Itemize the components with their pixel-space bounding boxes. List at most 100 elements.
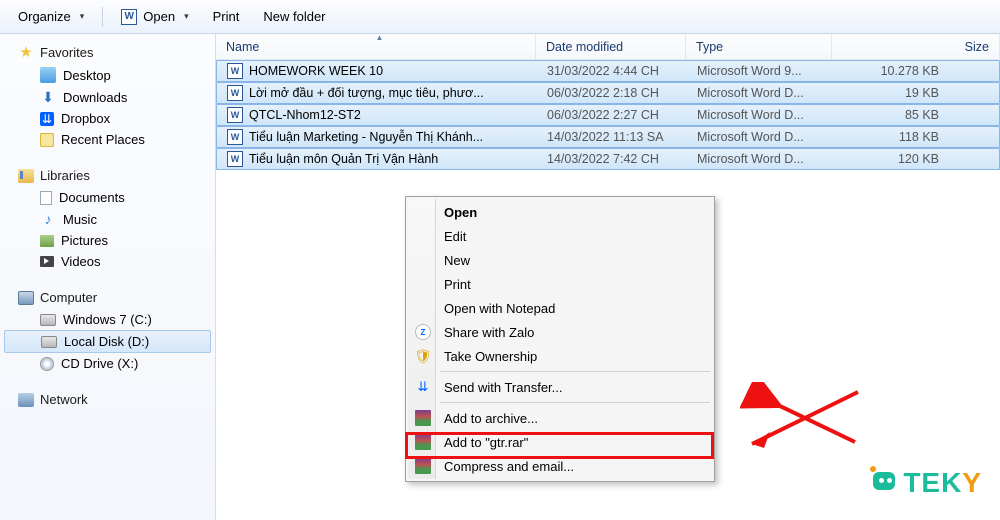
sidebar-item-label: Recent Places (61, 132, 145, 147)
cm-separator (440, 402, 710, 403)
cm-label: Add to "gtr.rar" (444, 435, 528, 450)
sidebar-item-documents[interactable]: Documents (0, 187, 215, 208)
file-name: Lời mở đầu + đối tượng, mục tiêu, phươ..… (249, 86, 484, 100)
network-label: Network (40, 392, 88, 407)
sidebar-item-cd-drive[interactable]: CD Drive (X:) (0, 353, 215, 374)
cm-label: Share with Zalo (444, 325, 534, 340)
sidebar-item-label: Pictures (61, 233, 108, 248)
sidebar-item-music[interactable]: ♪Music (0, 208, 215, 230)
file-row[interactable]: W Lời mở đầu + đối tượng, mục tiêu, phươ.… (216, 82, 1000, 104)
column-header-date[interactable]: Date modified (536, 34, 686, 59)
sidebar-item-dropbox[interactable]: ⇊Dropbox (0, 108, 215, 129)
sidebar-item-recent[interactable]: Recent Places (0, 129, 215, 150)
file-size: 10.278 KB (833, 64, 999, 78)
favorites-header[interactable]: ★ Favorites (0, 40, 215, 64)
file-type: Microsoft Word D... (687, 152, 833, 166)
file-row[interactable]: WQTCL-Nhom12-ST206/03/2022 2:27 CHMicros… (216, 104, 1000, 126)
column-label: Name (226, 40, 259, 54)
file-row[interactable]: WTiểu luận môn Quản Trị Vận Hành14/03/20… (216, 148, 1000, 170)
print-button[interactable]: Print (203, 5, 250, 28)
cm-take-ownership[interactable]: 🛡Take Ownership (408, 344, 712, 368)
cm-add-gtr[interactable]: Add to "gtr.rar" (408, 430, 712, 454)
star-icon: ★ (18, 44, 34, 60)
cm-label: Add to archive... (444, 411, 538, 426)
new-folder-button[interactable]: New folder (253, 5, 335, 28)
column-header-type[interactable]: Type (686, 34, 832, 59)
organize-button[interactable]: Organize (8, 5, 94, 28)
word-icon: W (121, 9, 137, 25)
column-label: Type (696, 40, 723, 54)
cm-edit[interactable]: Edit (408, 224, 712, 248)
column-header-size[interactable]: Size (832, 34, 1000, 59)
sidebar-item-label: CD Drive (X:) (61, 356, 138, 371)
sidebar-item-label: Downloads (63, 90, 127, 105)
sidebar-item-downloads[interactable]: ⬇Downloads (0, 86, 215, 108)
file-name: Tiểu luận môn Quản Trị Vận Hành (249, 152, 438, 166)
libraries-header[interactable]: Libraries (0, 164, 215, 187)
file-name: HOMEWORK WEEK 10 (249, 64, 383, 78)
file-name: Tiểu luận Marketing - Nguyễn Thị Khánh..… (249, 130, 483, 144)
cm-print[interactable]: Print (408, 272, 712, 296)
network-icon (18, 393, 34, 407)
videos-icon (40, 256, 54, 267)
cd-icon (40, 357, 54, 371)
zalo-icon: Z (414, 323, 432, 341)
sidebar-item-label: Windows 7 (C:) (63, 312, 152, 327)
toolbar: Organize W Open Print New folder (0, 0, 1000, 34)
logo-text: TEKY (903, 467, 982, 499)
file-size: 19 KB (833, 86, 999, 100)
sidebar-item-label: Documents (59, 190, 125, 205)
cm-send-transfer[interactable]: ⇊ Send with Transfer... (408, 375, 712, 399)
desktop-icon (40, 67, 56, 83)
cm-add-archive[interactable]: Add to archive... (408, 406, 712, 430)
file-type: Microsoft Word 9... (687, 64, 833, 78)
pictures-icon (40, 235, 54, 247)
toolbar-separator (102, 7, 103, 27)
cm-label: Edit (444, 229, 466, 244)
cm-label: New (444, 253, 470, 268)
sidebar-item-label: Music (63, 212, 97, 227)
word-file-icon: W (227, 129, 243, 145)
column-header-name[interactable]: ▲Name (216, 34, 536, 59)
network-header[interactable]: Network (0, 388, 215, 411)
cm-compress-email[interactable]: Compress and email... (408, 454, 712, 478)
sidebar-item-videos[interactable]: Videos (0, 251, 215, 272)
file-type: Microsoft Word D... (687, 86, 833, 100)
file-name: QTCL-Nhom12-ST2 (249, 108, 361, 122)
computer-header[interactable]: Computer (0, 286, 215, 309)
context-menu: Open Edit New Print Open with Notepad ZS… (405, 196, 715, 482)
cm-open[interactable]: Open (408, 200, 712, 224)
file-type: Microsoft Word D... (687, 108, 833, 122)
cm-open-notepad[interactable]: Open with Notepad (408, 296, 712, 320)
computer-label: Computer (40, 290, 97, 305)
file-size: 120 KB (833, 152, 999, 166)
cm-separator (440, 371, 710, 372)
teky-logo: TEKY (869, 466, 982, 500)
word-file-icon: W (227, 85, 243, 101)
word-file-icon: W (227, 63, 243, 79)
print-label: Print (213, 9, 240, 24)
file-rows: WHOMEWORK WEEK 1031/03/2022 4:44 CHMicro… (216, 60, 1000, 170)
sidebar-item-pictures[interactable]: Pictures (0, 230, 215, 251)
dropbox-icon: ⇊ (414, 378, 432, 396)
file-date: 31/03/2022 4:44 CH (537, 64, 687, 78)
sidebar-item-drive-d[interactable]: Local Disk (D:) (4, 330, 211, 353)
sidebar-item-label: Local Disk (D:) (64, 334, 149, 349)
open-button[interactable]: W Open (111, 5, 198, 29)
file-type: Microsoft Word D... (687, 130, 833, 144)
file-row[interactable]: W Tiểu luận Marketing - Nguyễn Thị Khánh.… (216, 126, 1000, 148)
sidebar-item-desktop[interactable]: Desktop (0, 64, 215, 86)
computer-icon (18, 291, 34, 305)
column-label: Date modified (546, 40, 623, 54)
sidebar-item-label: Dropbox (61, 111, 110, 126)
sidebar-item-drive-c[interactable]: Windows 7 (C:) (0, 309, 215, 330)
navigation-pane: ★ Favorites Desktop ⬇Downloads ⇊Dropbox … (0, 34, 216, 520)
winrar-icon (414, 457, 432, 475)
cm-share-zalo[interactable]: Z Share with Zalo (408, 320, 712, 344)
cm-label: Send with Transfer... (444, 380, 563, 395)
cm-new[interactable]: New (408, 248, 712, 272)
file-row[interactable]: W HOMEWORK WEEK 10 31/03/2022 4:44 CHMicro… (216, 60, 1000, 82)
file-date: 06/03/2022 2:18 CH (537, 86, 687, 100)
column-label: Size (965, 40, 989, 54)
file-size: 85 KB (833, 108, 999, 122)
